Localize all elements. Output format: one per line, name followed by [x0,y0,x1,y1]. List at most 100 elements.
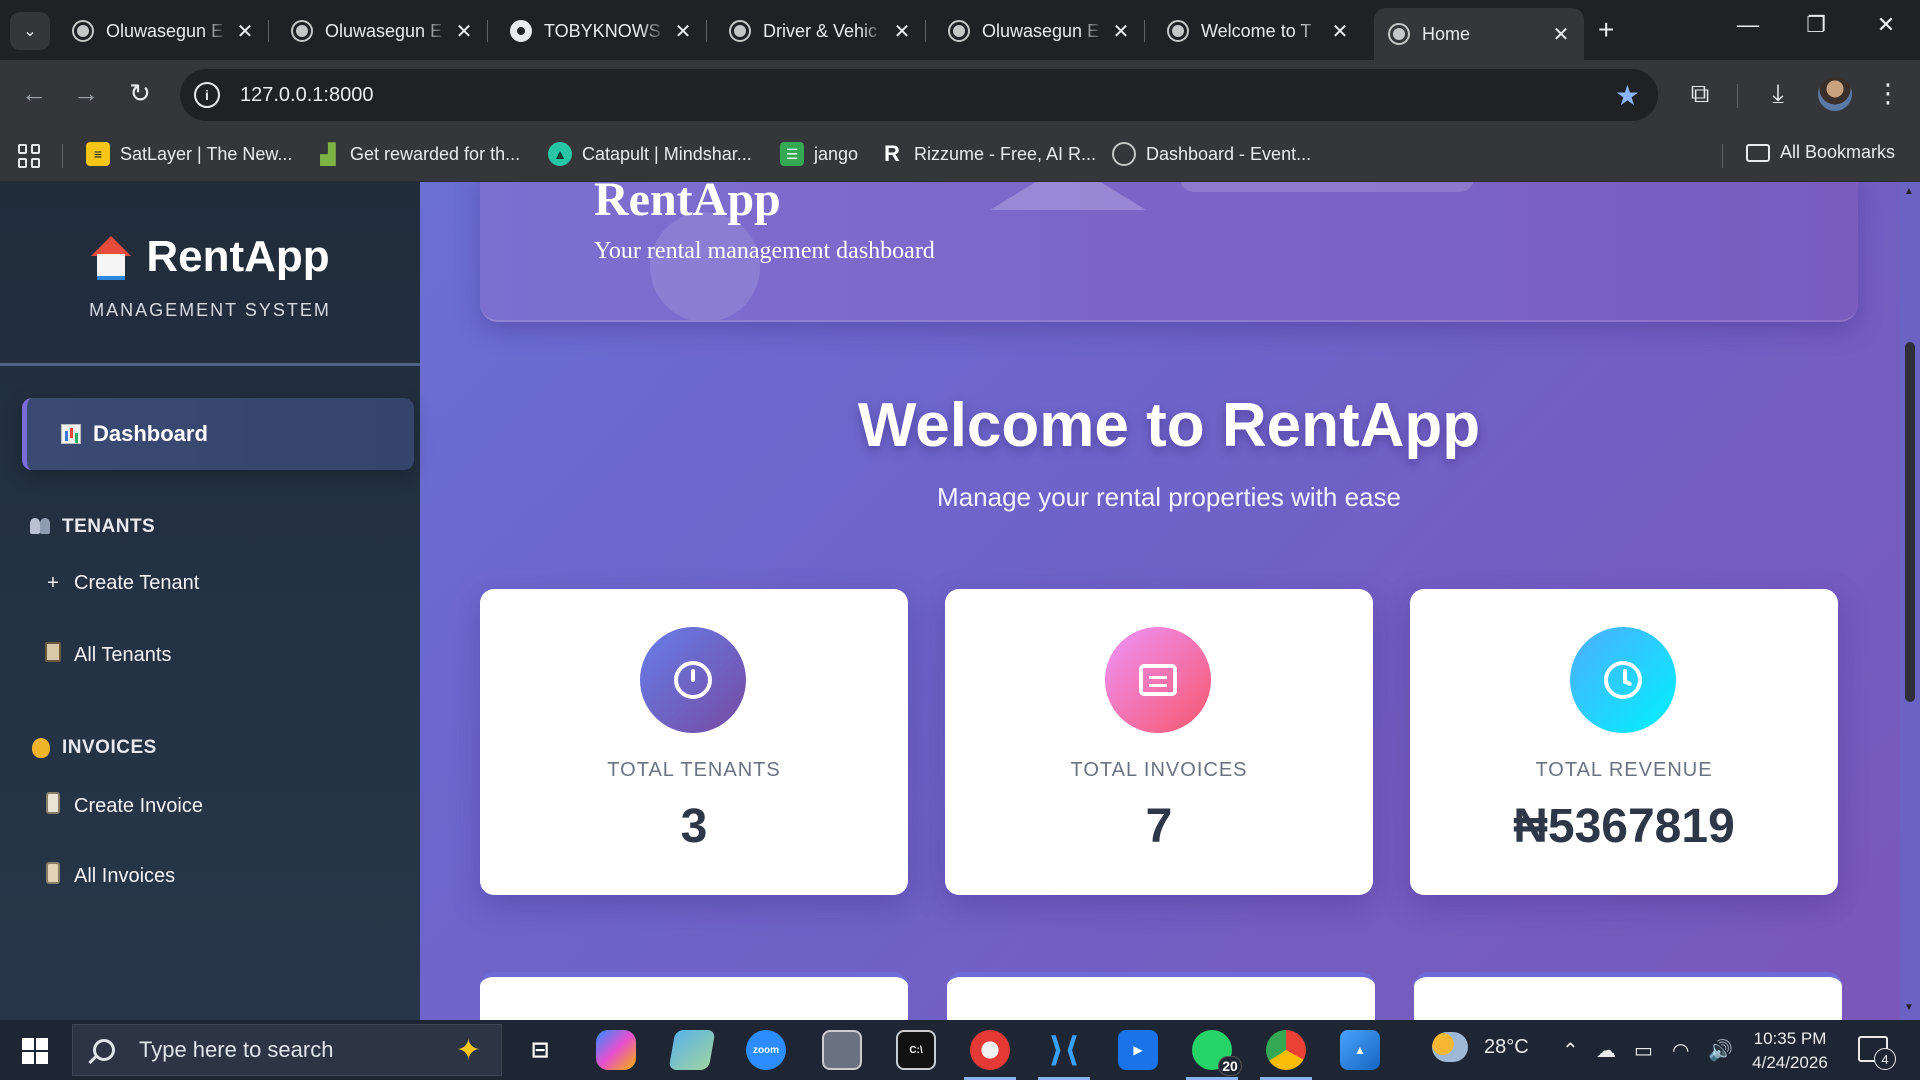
folder-icon [1746,143,1770,162]
battery-icon[interactable]: ▭ [1634,1038,1653,1063]
cmd-icon[interactable]: C:\ [896,1030,936,1070]
download-icon[interactable]: ⤓ [1760,78,1796,110]
browser-tab[interactable]: Oluwasegun E ✕ [58,10,269,52]
main-content: RentApp Your rental management dashboard… [420,182,1920,1020]
sidebar-item-create-invoice[interactable]: Create Invoice [42,792,203,820]
stat-card-invoices: TOTAL INVOICES 7 [945,589,1373,895]
browser-tab[interactable]: Welcome to T ✕ [1153,10,1363,52]
page-scrollbar[interactable]: ▲ ▼ [1900,182,1920,1020]
browser-tab[interactable]: Oluwasegun E ✕ [277,10,488,52]
chevron-up-icon[interactable]: ⌃ [1562,1038,1579,1063]
copilot-icon[interactable] [596,1030,636,1070]
all-bookmarks[interactable]: All Bookmarks [1746,142,1895,163]
zoom-icon[interactable]: zoom [746,1030,786,1070]
power-icon [674,661,712,699]
globe-icon [72,20,94,42]
bookmark-satlayer[interactable]: ≡ SatLayer | The New... [86,142,292,166]
address-bar[interactable]: i 127.0.0.1:8000 ★ [180,69,1658,121]
notification-center-icon[interactable]: 4 [1858,1036,1896,1070]
close-icon[interactable]: ✕ [893,19,911,44]
close-icon[interactable]: ✕ [1331,19,1349,44]
apps-grid-icon[interactable] [18,144,42,168]
bookmark-dashboard[interactable]: Dashboard - Event... [1112,142,1311,166]
snipping-tool-icon[interactable] [964,1030,1016,1080]
restore-button[interactable]: ❐ [1796,12,1836,38]
stat-card-revenue: TOTAL REVENUE ₦5367819 [1410,589,1838,895]
browser-tab-active[interactable]: Home ✕ [1374,8,1584,60]
tab-title: Home [1422,23,1471,44]
bookmarks-bar: ≡ SatLayer | The New... ▟ Get rewarded f… [0,130,1920,182]
sidebar-item-all-tenants[interactable]: All Tenants [42,642,171,668]
browser-tab[interactable]: Oluwasegun E ✕ [934,10,1145,52]
section-title: TENANTS [62,516,156,537]
video-app-icon[interactable]: ▶ [1118,1030,1158,1070]
temperature: 28°C [1484,1035,1529,1058]
stat-icon-circle [1570,627,1676,733]
bookmark-star-icon[interactable]: ★ [1615,79,1640,112]
close-icon[interactable]: ✕ [1552,22,1570,47]
photos-icon[interactable]: ▲ [1340,1030,1380,1070]
forward-button[interactable]: → [68,78,104,109]
sidebar-item-all-invoices[interactable]: All Invoices [42,862,175,890]
globe-icon [729,20,751,42]
minimize-button[interactable]: — [1728,12,1768,38]
hero-subtitle: Your rental management dashboard [594,238,935,264]
vscode-icon[interactable]: ⟩⟨ [1038,1030,1090,1080]
bookmark-jango[interactable]: ☰ jango [780,142,858,166]
site-info-icon[interactable]: i [194,82,220,108]
sidebar-item-dashboard[interactable]: Dashboard [22,398,414,470]
reload-button[interactable]: ↻ [122,78,158,109]
section-tenants: TENANTS [30,516,155,538]
task-view-icon[interactable]: ⊟ [520,1030,560,1070]
profile-avatar[interactable] [1818,77,1852,111]
content-card [480,972,908,1020]
browser-tab[interactable]: TOBYKNOWS ✕ [496,10,707,52]
windows-taskbar: Type here to search ✦ ⊟ zoom C:\ ⟩⟨ ▶ 20… [0,1020,1920,1080]
taskbar-search[interactable]: Type here to search ✦ [72,1024,502,1076]
browser-tab[interactable]: Driver & Vehic ✕ [715,10,926,52]
terminal-icon[interactable] [822,1030,862,1070]
weather-widget[interactable]: 28°C [1432,1032,1529,1062]
close-icon[interactable]: ✕ [674,19,692,44]
scrollbar-thumb[interactable] [1905,342,1915,702]
date: 4/24/2026 [1752,1053,1828,1072]
sidebar-item-label: Create Tenant [74,572,200,594]
volume-icon[interactable]: 🔊 [1708,1038,1733,1063]
chrome-icon[interactable] [1260,1030,1312,1080]
scroll-down-icon[interactable]: ▼ [1904,1002,1914,1013]
close-window-button[interactable]: ✕ [1866,12,1906,38]
scroll-up-icon[interactable]: ▲ [1904,186,1914,197]
brand-title: RentApp [146,232,330,281]
stat-icon-circle [640,627,746,733]
bookmark-rizzume[interactable]: R Rizzume - Free, AI R... [880,141,1096,166]
menu-kebab-icon[interactable]: ⋮ [1870,78,1906,109]
system-clock[interactable]: 10:35 PM 4/24/2026 [1740,1027,1840,1075]
sparkle-icon: ✦ [455,1034,481,1067]
bar-chart-icon [61,424,81,444]
bookmark-get-rewarded[interactable]: ▟ Get rewarded for th... [316,142,520,166]
people-icon [30,518,52,536]
browser-toolbar: ← → ↻ i 127.0.0.1:8000 ★ ⧉ ⤓ ⋮ [0,60,1920,130]
new-tab-button[interactable]: + [1598,14,1614,46]
close-icon[interactable]: ✕ [1112,19,1130,44]
extensions-icon[interactable]: ⧉ [1682,78,1718,110]
notes-app-icon[interactable] [668,1030,716,1070]
sidebar-item-label: All Tenants [74,643,172,666]
close-icon[interactable]: ✕ [236,19,254,44]
bookmark-catapult[interactable]: ▲ Catapult | Mindshar... [548,142,752,166]
document-icon: ☰ [780,142,804,166]
tab-title: Welcome to T [1201,20,1312,41]
close-icon[interactable]: ✕ [455,19,473,44]
wifi-icon[interactable]: ◠ [1672,1038,1689,1063]
cloud-off-icon[interactable]: ☁ [1596,1038,1616,1063]
hero-banner: RentApp Your rental management dashboard [480,182,1858,322]
sidebar-item-create-tenant[interactable]: + Create Tenant [42,572,199,595]
rizzume-icon: R [884,141,900,166]
tab-search-button[interactable]: ⌄ [10,12,50,50]
windows-start-icon[interactable] [22,1038,48,1064]
whatsapp-icon[interactable]: 20 [1186,1030,1242,1080]
clipboard-icon [45,642,61,662]
back-button[interactable]: ← [16,78,52,109]
tab-title: Oluwasegun E [325,20,443,41]
bookmark-label: jango [814,143,859,164]
